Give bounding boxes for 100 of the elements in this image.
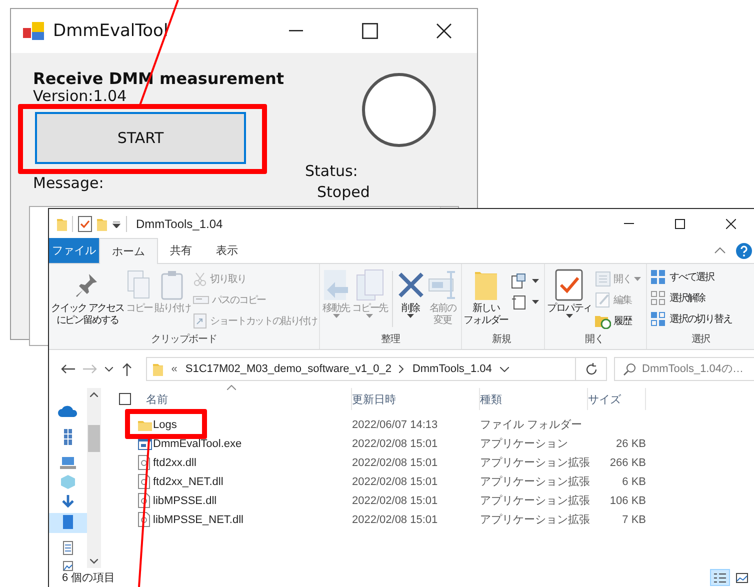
file-size: 106 KB	[608, 494, 646, 506]
search-icon	[623, 362, 636, 376]
modified-date: 2022/02/08 15:01	[352, 438, 439, 450]
help-icon[interactable]	[736, 242, 752, 258]
close-icon	[436, 23, 452, 39]
customize-menu-icon[interactable]	[112, 220, 121, 228]
ribbon-tab[interactable]: ホーム	[99, 238, 158, 264]
overflow-chevron[interactable]: «	[171, 363, 178, 375]
search-box[interactable]: DmmTools_1.04の…	[614, 357, 754, 381]
file-type: アプリケーション拡張	[480, 512, 588, 527]
select-none-icon	[650, 290, 666, 306]
forward-arrow-icon	[82, 364, 97, 374]
minimize-icon	[624, 223, 634, 224]
folder-icon	[97, 216, 107, 230]
file-size: 6 KB	[621, 476, 646, 488]
status-value: Stoped	[316, 182, 371, 203]
breadcrumb-separator-icon	[399, 365, 404, 373]
ribbon-button[interactable]: 新しい フォルダー	[462, 269, 510, 327]
ribbon-tab[interactable]: 表示	[204, 238, 250, 263]
folder-icon	[57, 216, 67, 230]
file-type: アプリケーション	[480, 436, 569, 451]
download-icon[interactable]	[62, 495, 74, 509]
ribbon-tab[interactable]: 共有	[158, 238, 204, 263]
ribbon-icon-button[interactable]	[510, 271, 540, 290]
details-view-button[interactable]	[710, 569, 730, 586]
copy-icon	[127, 270, 152, 300]
dropdown-chevron-icon[interactable]	[500, 366, 509, 372]
file-menu-tab[interactable]: ファイル	[49, 238, 99, 263]
select-all-checkbox[interactable]	[119, 393, 131, 405]
tiles-icon[interactable]	[64, 429, 72, 445]
ribbon-button[interactable]: すべて選択	[649, 267, 733, 286]
document-icon[interactable]	[63, 541, 73, 555]
ribbon-button[interactable]: クイック アクセス にピン留めする	[50, 269, 125, 327]
delete-icon	[396, 271, 425, 299]
folder-icon	[138, 418, 152, 430]
folder-icon	[153, 362, 164, 376]
modified-date: 2022/06/07 14:13	[352, 418, 439, 430]
invert-selection-icon	[650, 310, 666, 326]
file-type: ファイル フォルダー	[480, 418, 584, 432]
ribbon-button[interactable]: 選択解除	[649, 288, 733, 307]
file-name[interactable]: libMPSSE_NET.dll	[153, 514, 352, 526]
scroll-down-icon	[90, 559, 98, 564]
edit-icon	[594, 292, 611, 308]
path-icon	[193, 294, 210, 306]
cloud-icon[interactable]	[58, 405, 78, 417]
properties-icon[interactable]	[78, 216, 92, 232]
file-name[interactable]: libMPSSE.dll	[153, 494, 352, 506]
sort-caret-icon	[227, 385, 236, 390]
ribbon-button[interactable]: プロパティ	[546, 269, 593, 318]
file-size: 7 KB	[621, 514, 646, 526]
select-all-icon	[650, 268, 666, 284]
scroll-up-icon	[90, 392, 98, 397]
ribbon-group-label: 新規	[490, 333, 512, 347]
file-name[interactable]: Logs	[153, 418, 352, 430]
refresh-icon	[584, 362, 598, 376]
large-icons-view-icon	[736, 572, 748, 582]
scrollbar[interactable]	[87, 388, 101, 568]
message-label: Message:	[33, 174, 105, 192]
status-label: Status:	[305, 161, 359, 182]
file-name[interactable]: ftd2xx.dll	[153, 456, 352, 468]
version-label: Version:1.04	[33, 88, 128, 104]
refresh-button[interactable]	[576, 357, 607, 381]
column-header[interactable]: 種類	[480, 388, 588, 410]
modified-date: 2022/02/08 15:01	[352, 494, 439, 506]
file-size: 266 KB	[608, 456, 646, 468]
file-type: アプリケーション拡張	[480, 474, 588, 489]
modified-date: 2022/02/08 15:01	[352, 456, 439, 468]
search-field[interactable]: DmmTools_1.04の…	[642, 363, 754, 375]
modified-date: 2022/02/08 15:01	[352, 476, 439, 488]
maximize-icon	[362, 23, 378, 39]
scrollbar-thumb[interactable]	[88, 424, 100, 452]
file-name[interactable]: ftd2xx_NET.dll	[153, 476, 352, 488]
up-arrow-icon	[122, 362, 132, 376]
file-name[interactable]: DmmEvalTool.exe	[153, 438, 352, 450]
ribbon-group-label: 整理	[380, 333, 402, 347]
scissors-icon	[193, 272, 208, 286]
back-arrow-icon	[60, 364, 75, 374]
item-count: 6 個の項目	[62, 571, 116, 585]
window-title: DmmTools_1.04	[135, 216, 224, 230]
pin-icon	[75, 272, 100, 298]
open-icon	[594, 270, 611, 286]
breadcrumb-item[interactable]: S1C17M02_M03_demo_software_v1_0_2	[185, 363, 392, 375]
file-size: 26 KB	[615, 438, 646, 450]
column-header[interactable]: 更新日時	[352, 388, 480, 410]
ribbon-button[interactable]: 選択の切り替え	[649, 309, 733, 328]
ribbon-group-label: 開く	[584, 333, 605, 347]
picture-file-icon[interactable]	[63, 561, 73, 571]
start-button[interactable]: START	[35, 112, 246, 164]
ribbon-button[interactable]: 削除	[396, 269, 426, 318]
ribbon-group-label: クリップボード	[150, 333, 218, 347]
minimize-icon	[289, 30, 303, 32]
computer-icon[interactable]	[60, 457, 76, 469]
collapse-ribbon-icon[interactable]	[714, 247, 726, 254]
address-bar[interactable]: « S1C17M02_M03_demo_software_v1_0_2 DmmTools_1.04	[146, 357, 576, 381]
folder-icon	[474, 270, 497, 300]
breadcrumb-item[interactable]: DmmTools_1.04	[412, 363, 492, 375]
column-header[interactable]: 名前	[146, 388, 352, 410]
ribbon-button[interactable]: 履歴	[594, 311, 642, 330]
file-type: アプリケーション拡張	[480, 456, 588, 470]
column-header[interactable]: サイズ	[588, 388, 646, 410]
